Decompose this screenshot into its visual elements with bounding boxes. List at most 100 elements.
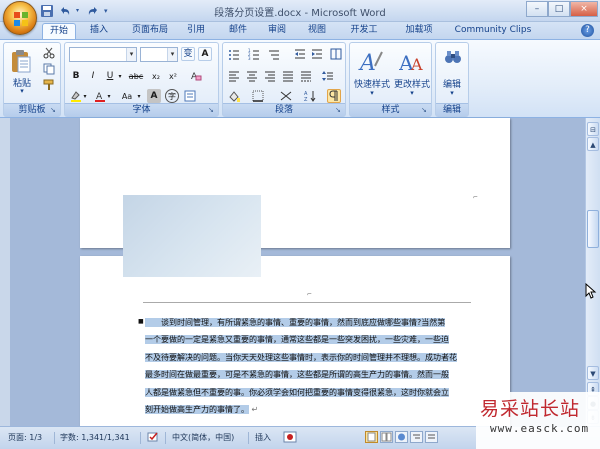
vertical-ruler <box>0 118 10 426</box>
paragraph-launcher-icon[interactable]: ↘ <box>335 106 343 114</box>
office-button[interactable] <box>3 1 37 35</box>
enclose-char-button[interactable]: 字 <box>165 89 179 103</box>
font-size-dropdown-icon[interactable]: ▾ <box>167 48 177 61</box>
multilevel-list-icon[interactable] <box>267 47 281 61</box>
paste-icon[interactable] <box>9 47 33 75</box>
macro-record-icon[interactable] <box>283 431 297 445</box>
styles-launcher-icon[interactable]: ↘ <box>421 106 429 114</box>
help-icon[interactable]: ? <box>581 24 594 37</box>
clipboard-launcher-icon[interactable]: ↘ <box>50 106 58 114</box>
insert-mode[interactable]: 插入 <box>255 432 271 443</box>
ruler-toggle-icon[interactable]: ⊟ <box>587 122 599 136</box>
word-count[interactable]: 字数: 1,341/1,341 <box>60 432 130 443</box>
change-styles-dropdown-icon[interactable]: ▾ <box>391 89 433 97</box>
char-shading-button[interactable]: A <box>147 89 161 103</box>
scroll-down-icon[interactable]: ▼ <box>587 366 599 380</box>
underline-dropdown-icon[interactable]: ▾ <box>116 69 124 83</box>
scroll-up-icon[interactable]: ▲ <box>587 137 599 151</box>
justify-icon[interactable] <box>281 69 295 83</box>
quick-styles-dropdown-icon[interactable]: ▾ <box>351 89 393 97</box>
strikethrough-button[interactable]: abc <box>127 69 145 83</box>
asian-sort-icon[interactable] <box>279 89 293 103</box>
tab-insert[interactable]: 插入 <box>82 23 116 39</box>
print-layout-view-icon[interactable] <box>365 431 378 445</box>
minimize-button[interactable]: – <box>526 1 548 17</box>
image-block[interactable] <box>123 195 261 277</box>
tab-community-clips[interactable]: Community Clips <box>449 23 537 39</box>
font-name-dropdown-icon[interactable]: ▾ <box>126 48 136 61</box>
align-left-icon[interactable] <box>227 69 241 83</box>
bold-button[interactable]: B <box>69 69 83 83</box>
tab-home[interactable]: 开始 <box>42 23 76 39</box>
vertical-scrollbar[interactable]: ⊟ ▲ ▼ ⇞ ● ⇟ <box>585 118 600 426</box>
margin-mark: ⌐ <box>473 194 479 201</box>
scroll-thumb[interactable] <box>587 210 599 248</box>
styles-group: A 快速样式 ▾ AA 更改样式 ▾ 样式 ↘ <box>349 42 432 117</box>
cut-icon[interactable] <box>42 46 56 60</box>
tab-references[interactable]: 引用 <box>181 23 211 39</box>
tab-review[interactable]: 审阅 <box>262 23 292 39</box>
wen-icon[interactable]: 变 <box>181 47 195 61</box>
copy-icon[interactable] <box>42 62 56 76</box>
body-paragraph[interactable]: 谈到时间管理，有所谓紧急的事情、重要的事情，然而到底应做哪些事情?当然第 一个要… <box>145 314 473 418</box>
tab-view[interactable]: 视图 <box>302 23 332 39</box>
font-size-combo[interactable]: ▾ <box>140 47 178 62</box>
maximize-button[interactable]: □ <box>548 1 570 17</box>
clear-format-icon[interactable]: A <box>189 69 203 83</box>
title-bar: ▾ ▾ 段落分页设置.docx - Microsoft Word – □ × <box>0 0 600 22</box>
full-screen-view-icon[interactable] <box>380 431 393 445</box>
font-name-combo[interactable]: ▾ <box>69 47 137 62</box>
close-button[interactable]: × <box>570 1 598 17</box>
numbering-icon[interactable]: 123 <box>247 47 261 61</box>
sort-icon[interactable]: AZ <box>303 89 317 103</box>
change-case-button[interactable]: Aa <box>118 89 136 103</box>
watermark: 易采站长站 www.easck.com <box>476 392 600 449</box>
align-right-icon[interactable] <box>263 69 277 83</box>
change-case-dropdown-icon[interactable]: ▾ <box>135 89 143 103</box>
borders-icon[interactable] <box>251 89 265 103</box>
chinese-layout-icon[interactable] <box>329 47 343 61</box>
language-status[interactable]: 中文(简体，中国) <box>172 432 234 443</box>
phonetic-guide-icon[interactable] <box>183 89 197 103</box>
find-binoculars-icon[interactable] <box>443 47 463 67</box>
web-layout-view-icon[interactable] <box>395 431 408 445</box>
paste-dropdown-icon[interactable]: ▾ <box>8 87 36 95</box>
proofing-icon[interactable] <box>147 431 159 445</box>
status-divider <box>165 432 166 444</box>
status-divider <box>248 432 249 444</box>
outline-view-icon[interactable] <box>410 431 423 445</box>
align-center-icon[interactable] <box>245 69 259 83</box>
quick-styles-icon[interactable]: A <box>357 47 385 76</box>
underline-button[interactable]: U <box>103 69 117 83</box>
distributed-icon[interactable] <box>299 69 313 83</box>
change-styles-icon[interactable]: AA <box>398 47 426 75</box>
tab-developer[interactable]: 开发工具 <box>342 23 386 50</box>
italic-button[interactable]: I <box>86 69 100 83</box>
superscript-button[interactable]: x² <box>166 69 180 83</box>
tab-add-ins[interactable]: 加载项 <box>399 23 439 39</box>
subscript-button[interactable]: x₂ <box>149 69 163 83</box>
line-spacing-icon[interactable] <box>321 69 335 83</box>
page-count[interactable]: 页面: 1/3 <box>8 432 42 443</box>
shading-icon[interactable] <box>227 89 241 103</box>
highlight-dropdown-icon[interactable]: ▾ <box>81 89 89 103</box>
watermark-url: www.easck.com <box>490 422 590 435</box>
paragraph-line: 不及待要解决的问题。当你天天处理这些事情时，表示你的时间管理并不理想。成功者花 <box>145 352 457 362</box>
list-bullet-icon: ■ <box>138 318 144 325</box>
styles-group-label: 样式 <box>350 103 431 116</box>
char-border-button[interactable]: A <box>198 47 212 61</box>
tab-mailings[interactable]: 邮件 <box>223 23 253 39</box>
bullets-icon[interactable] <box>227 47 241 61</box>
editing-dropdown-icon[interactable]: ▾ <box>436 89 468 97</box>
increase-indent-icon[interactable] <box>310 47 324 61</box>
paragraph-line: 一个要做的一定是紧急又重要的事情，通常这些都是一些突发困扰，一些灾难，一些迫 <box>145 335 449 345</box>
paragraph-mark-icon: ↵ <box>249 405 259 415</box>
watermark-cn: 易采站长站 <box>480 398 581 420</box>
draft-view-icon[interactable] <box>425 431 438 445</box>
format-painter-icon[interactable] <box>42 78 56 92</box>
decrease-indent-icon[interactable] <box>293 47 307 61</box>
tab-page-layout[interactable]: 页面布局 <box>124 23 176 39</box>
font-launcher-icon[interactable]: ↘ <box>208 106 216 114</box>
font-color-dropdown-icon[interactable]: ▾ <box>105 89 113 103</box>
show-marks-icon[interactable] <box>327 89 341 103</box>
